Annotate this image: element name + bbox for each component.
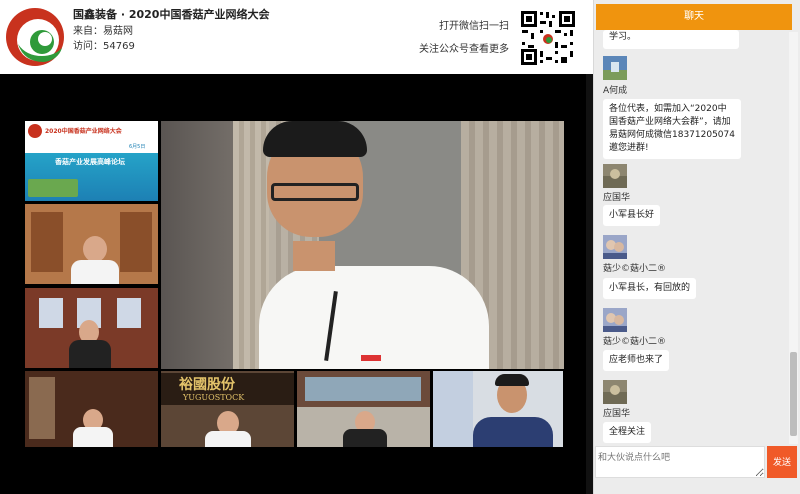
message-text: 小军县长，有回放的 [609, 283, 691, 293]
brand-logo [6, 8, 64, 66]
video-tile-speaker-2 [25, 204, 158, 284]
video-tile-speaker-7 [433, 371, 563, 447]
source-value: 易菇网 [103, 26, 133, 37]
wechat-scan-hint: 打开微信扫一扫 [439, 21, 509, 32]
video-edge [586, 74, 593, 494]
chat-message: 小军县长好 [603, 205, 661, 226]
chat-scrollbar-thumb[interactable] [790, 352, 797, 436]
video-tile-speaker-3 [25, 288, 158, 368]
video-tile-slide: 2020中国香菇产业网络大会 6月5日 香菇产业发展高峰论坛 [25, 121, 158, 201]
banner-en: YUGUOSTOCK [183, 393, 245, 402]
source-info: 来自：易菇网 [73, 22, 133, 37]
slide-subtitle: 香菇产业发展高峰论坛 [55, 158, 125, 166]
banner-brand: 裕國股份 [179, 377, 235, 393]
tab-chat[interactable]: 聊天 [596, 4, 792, 36]
message-text: 小军县长好 [609, 210, 655, 220]
page-title: 国鑫装备 · 2020中国香菇产业网络大会 [73, 8, 270, 21]
slide-date: 6月5日 [129, 144, 146, 150]
chat-message: 学习。 [603, 30, 739, 49]
avatar [603, 308, 627, 332]
chat-username: A何成 [603, 86, 628, 96]
chat-message: 各位代表，如需加入“2020中国香菇产业网络大会群”，请加易菇网何成微信1837… [603, 99, 741, 159]
chat-username: 菇少©菇小二® [603, 337, 667, 347]
visits-value: 54769 [103, 41, 135, 52]
chat-username: 应国华 [603, 409, 631, 419]
avatar [603, 380, 627, 404]
video-tile-speaker-5: 裕國股份 YUGUOSTOCK [161, 371, 294, 447]
chat-input[interactable] [595, 446, 765, 478]
chat-username: 菇少©菇小二® [603, 264, 667, 274]
chat-message: 应老师也来了 [603, 350, 670, 371]
chat-username: 应国华 [603, 193, 631, 203]
avatar [603, 56, 627, 80]
message-text: 各位代表，如需加入“2020中国香菇产业网络大会群”，请加易菇网何成微信1837… [609, 104, 735, 153]
message-text: 全程关注 [609, 427, 646, 437]
avatar [603, 164, 627, 188]
message-text: 应老师也来了 [609, 355, 664, 365]
chat-message: 全程关注 [603, 422, 652, 443]
avatar [603, 235, 627, 259]
slide-title: 2020中国香菇产业网络大会 [45, 128, 122, 135]
live-video-player[interactable]: 2020中国香菇产业网络大会 6月5日 香菇产业发展高峰论坛 裕國股份 YUGU… [0, 74, 593, 494]
chat-message: 小军县长，有回放的 [603, 278, 697, 299]
send-button[interactable]: 发送 [767, 446, 797, 478]
visit-count: 访问：54769 [73, 37, 135, 52]
qr-code-icon [519, 9, 577, 67]
video-main-speaker [161, 121, 564, 369]
video-tile-speaker-6 [297, 371, 430, 447]
chat-message-list[interactable]: 学习。 A何成 各位代表，如需加入“2020中国香菇产业网络大会群”，请加易菇网… [595, 30, 792, 444]
video-tile-speaker-4 [25, 371, 158, 447]
slide-logo-icon [28, 124, 42, 138]
follow-hint: 关注公众号查看更多 [419, 44, 509, 55]
page-header: 国鑫装备 · 2020中国香菇产业网络大会 来自：易菇网 访问：54769 打开… [0, 0, 593, 74]
message-text: 学习。 [609, 32, 637, 42]
visits-label: 访问： [73, 41, 103, 52]
source-label: 来自： [73, 26, 103, 37]
